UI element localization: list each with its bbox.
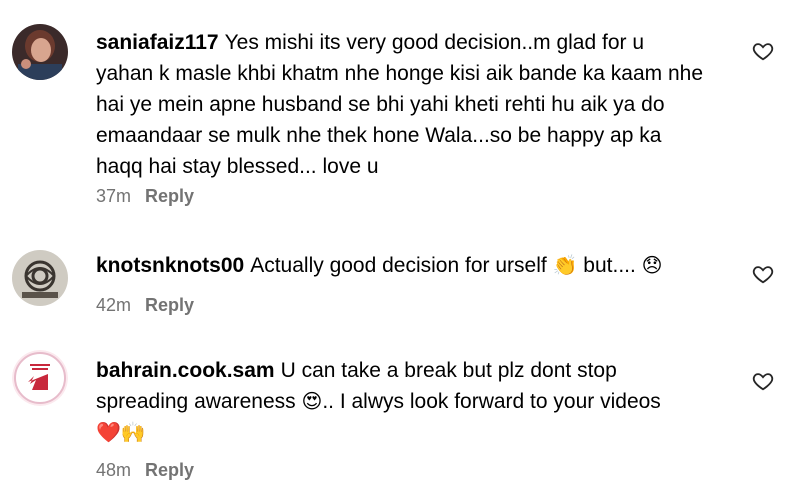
- comment-text: bahrain.cook.sam U can take a break but p…: [96, 355, 706, 448]
- reply-button[interactable]: Reply: [145, 460, 194, 480]
- comment-meta: 42m Reply: [96, 295, 194, 316]
- reply-button[interactable]: Reply: [145, 295, 194, 315]
- comment-3: bahrain.cook.sam U can take a break but p…: [0, 330, 789, 490]
- disappointed-face-emoji: 😞: [641, 253, 663, 277]
- comment-username[interactable]: knotsnknots00: [96, 254, 244, 277]
- heart-icon[interactable]: [752, 263, 774, 285]
- heart-icon[interactable]: [752, 370, 774, 392]
- avatar-image: [12, 350, 68, 406]
- comment-body-continued: .. I alwys look forward to your videos: [322, 390, 661, 413]
- comment-text: knotsnknots00 Actually good decision for …: [96, 250, 706, 281]
- comment-username[interactable]: saniafaiz117: [96, 31, 219, 54]
- heart-eyes-emoji: 😍: [301, 389, 323, 413]
- avatar-image: [12, 250, 68, 306]
- avatar-image: [12, 24, 68, 80]
- comment-body: Actually good decision for urself: [250, 254, 547, 277]
- comment-2: knotsnknots00 Actually good decision for …: [0, 215, 789, 330]
- comment-meta: 37m Reply: [96, 186, 194, 207]
- avatar-knotsnknots00[interactable]: [12, 250, 68, 306]
- heart-raised-hands-emoji: ❤️🙌: [96, 420, 146, 444]
- comment-text: saniafaiz117 Yes mishi its very good deci…: [96, 27, 706, 182]
- comment-body-continued: but....: [583, 254, 636, 277]
- comment-timestamp: 37m: [96, 186, 132, 206]
- reply-button[interactable]: Reply: [145, 186, 194, 206]
- comment-timestamp: 42m: [96, 295, 132, 315]
- comment-meta: 48m Reply: [96, 460, 194, 481]
- clapping-hands-emoji: 👏: [552, 253, 578, 277]
- comment-1: saniafaiz117 Yes mishi its very good deci…: [0, 0, 789, 215]
- avatar-saniafaiz117[interactable]: [12, 24, 68, 80]
- comment-timestamp: 48m: [96, 460, 132, 480]
- comment-username[interactable]: bahrain.cook.sam: [96, 359, 275, 382]
- heart-icon[interactable]: [752, 40, 774, 62]
- avatar-bahrain-cook-sam[interactable]: [12, 350, 68, 406]
